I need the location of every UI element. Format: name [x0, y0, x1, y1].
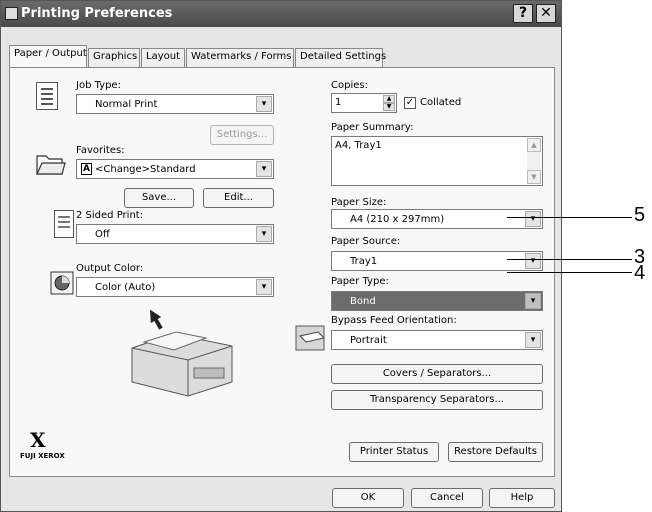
printing-preferences-window: Printing Preferences ? ✕ Paper / Output …: [0, 0, 562, 512]
two-sided-label: 2 Sided Print:: [76, 210, 144, 221]
callout-paper-type: 4: [634, 262, 646, 284]
window-title: Printing Preferences: [21, 6, 173, 21]
save-button[interactable]: Save...: [124, 188, 194, 208]
callout-line-paper-size: [507, 217, 632, 218]
summary-scrollbar[interactable]: ▲ ▼: [527, 138, 541, 184]
fuji-xerox-logo: X FUJI XEROX: [20, 428, 65, 462]
tab-detailed-settings[interactable]: Detailed Settings: [295, 48, 386, 67]
chevron-down-icon: ▾: [256, 279, 272, 295]
scroll-up-icon[interactable]: ▲: [527, 138, 541, 152]
bypass-tray-icon: [295, 325, 325, 351]
collated-label: Collated: [420, 97, 462, 108]
restore-defaults-button[interactable]: Restore Defaults: [448, 442, 543, 462]
title-bar: Printing Preferences ? ✕: [1, 1, 561, 27]
bypass-label: Bypass Feed Orientation:: [331, 315, 457, 326]
paper-type-label: Paper Type:: [331, 276, 389, 287]
output-color-select[interactable]: Color (Auto) ▾: [76, 277, 274, 297]
favorites-prefix-icon: A: [81, 163, 92, 175]
paper-source-select[interactable]: Tray1 ▾: [331, 251, 543, 271]
spin-down-icon[interactable]: ▼: [383, 103, 395, 111]
help-button[interactable]: Help: [489, 488, 555, 508]
brand-text: FUJI XEROX: [20, 452, 65, 460]
two-sided-select[interactable]: Off ▾: [76, 224, 274, 244]
job-type-select[interactable]: Normal Print ▾: [76, 94, 274, 114]
paper-summary-label: Paper Summary:: [331, 122, 414, 133]
copies-value: 1: [335, 97, 342, 108]
chevron-down-icon: ▾: [256, 226, 272, 242]
ok-button[interactable]: OK: [332, 488, 404, 508]
paper-size-value: A4 (210 x 297mm): [350, 214, 445, 225]
paper-type-select[interactable]: Bond ▾: [331, 291, 543, 311]
favorites-label: Favorites:: [76, 145, 125, 156]
chevron-down-icon: ▾: [525, 253, 541, 269]
paper-summary-box: A4, Tray1 ▲ ▼: [331, 136, 543, 186]
callout-line-paper-source: [507, 259, 632, 260]
paper-summary-value: A4, Tray1: [335, 140, 382, 151]
two-sided-icon: [54, 210, 74, 238]
copies-label: Copies:: [331, 80, 368, 91]
paper-size-select[interactable]: A4 (210 x 297mm) ▾: [331, 209, 543, 229]
edit-button[interactable]: Edit...: [203, 188, 274, 208]
chevron-down-icon: ▾: [525, 293, 541, 309]
favorites-select[interactable]: A <Change>Standard ▾: [76, 159, 274, 179]
tab-layout[interactable]: Layout: [141, 48, 185, 67]
job-type-value: Normal Print: [95, 99, 158, 110]
tab-graphics[interactable]: Graphics: [88, 48, 140, 67]
tab-paper-output[interactable]: Paper / Output: [9, 45, 87, 67]
paper-source-value: Tray1: [350, 256, 378, 267]
output-color-label: Output Color:: [76, 263, 144, 274]
color-icon: [50, 271, 74, 295]
settings-button[interactable]: Settings...: [210, 125, 274, 145]
favorites-value: <Change>Standard: [95, 164, 196, 175]
collated-checkbox[interactable]: ✓: [404, 97, 416, 109]
tab-watermarks-forms[interactable]: Watermarks / Forms: [186, 48, 294, 67]
scroll-down-icon[interactable]: ▼: [527, 170, 541, 184]
bypass-value: Portrait: [350, 335, 387, 346]
printer-illustration: [131, 309, 233, 397]
chevron-down-icon: ▾: [256, 96, 272, 112]
chevron-down-icon: ▾: [525, 211, 541, 227]
job-type-label: Job Type:: [76, 80, 121, 91]
covers-separators-button[interactable]: Covers / Separators...: [331, 364, 543, 384]
transparency-separators-button[interactable]: Transparency Separators...: [331, 390, 543, 410]
paper-type-value: Bond: [350, 296, 376, 307]
job-type-icon: [36, 82, 58, 110]
xerox-x-mark: X: [30, 428, 46, 452]
printer-status-button[interactable]: Printer Status: [349, 442, 439, 462]
output-color-value: Color (Auto): [95, 282, 156, 293]
chevron-down-icon: ▾: [525, 332, 541, 348]
bypass-select[interactable]: Portrait ▾: [331, 330, 543, 350]
copies-field[interactable]: 1 ▲ ▼: [331, 93, 397, 113]
spin-up-icon[interactable]: ▲: [383, 95, 395, 103]
help-title-button[interactable]: ?: [513, 4, 533, 23]
paper-source-label: Paper Source:: [331, 236, 401, 247]
paper-output-panel: Job Type: Normal Print ▾ Settings... Fav…: [9, 67, 555, 477]
folder-icon: [36, 155, 66, 175]
printer-app-icon: [5, 7, 18, 20]
cancel-button[interactable]: Cancel: [411, 488, 483, 508]
two-sided-value: Off: [95, 229, 110, 240]
callout-paper-size: 5: [634, 204, 646, 226]
callout-line-paper-type: [507, 272, 632, 273]
paper-size-label: Paper Size:: [331, 197, 387, 208]
chevron-down-icon: ▾: [256, 161, 272, 177]
close-title-button[interactable]: ✕: [536, 4, 556, 23]
